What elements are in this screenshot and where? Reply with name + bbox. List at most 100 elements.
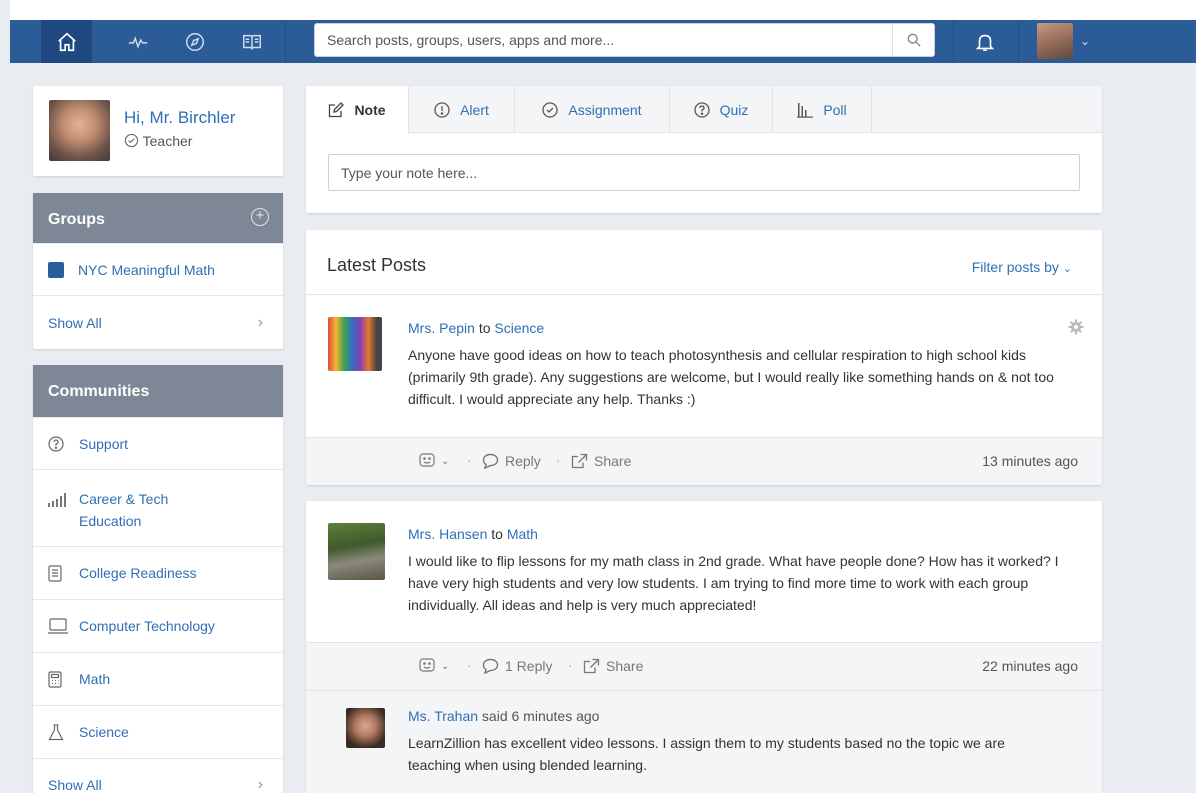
reaction-button[interactable]: ⌄	[419, 658, 449, 674]
post-actions: ⌄ · 1 Reply · Share 22 minutes ago	[306, 642, 1102, 690]
gear-icon	[1068, 319, 1084, 335]
top-navigation-inner: ⌄	[10, 20, 1196, 63]
search-button[interactable]	[892, 24, 934, 56]
tab-label: Poll	[823, 101, 847, 118]
share-button[interactable]: Share	[583, 658, 643, 674]
tab-alert[interactable]: Alert	[409, 86, 515, 133]
groups-title: Groups	[48, 211, 105, 228]
emoji-icon	[419, 453, 435, 467]
separator-dot: ·	[467, 452, 472, 468]
tab-note[interactable]: Note	[306, 86, 409, 134]
search-icon	[907, 33, 921, 47]
share-icon	[583, 658, 600, 674]
groups-show-all[interactable]: Show All ›	[33, 295, 283, 349]
show-all-label: Show All	[48, 314, 102, 331]
global-search	[314, 23, 935, 57]
question-circle-icon	[693, 101, 710, 118]
communities-title: Communities	[48, 383, 150, 400]
community-item-computer-technology[interactable]: Computer Technology	[33, 599, 283, 652]
post-composer: Note Alert Assignment Quiz Poll	[306, 86, 1102, 213]
post-group-link[interactable]: Math	[507, 526, 538, 542]
reply-button[interactable]: Reply	[482, 453, 541, 469]
library-nav-button[interactable]	[226, 20, 277, 63]
tab-label: Quiz	[719, 101, 749, 118]
activity-nav-button[interactable]	[112, 20, 163, 63]
post-group-link[interactable]: Science	[494, 320, 544, 336]
post-author-line: Mrs. Hansen to Math	[408, 526, 538, 542]
post-author-image[interactable]	[328, 317, 382, 371]
home-nav-button[interactable]	[41, 20, 92, 63]
reply-label: 1 Reply	[505, 658, 553, 674]
divider	[1018, 20, 1019, 63]
profile-card: Hi, Mr. Birchler Teacher	[33, 86, 283, 176]
bar-chart-icon	[797, 102, 814, 118]
reaction-button[interactable]: ⌄	[419, 453, 449, 469]
compass-icon	[185, 32, 204, 51]
post-author-link[interactable]: Mrs. Hansen	[408, 526, 487, 542]
filter-posts-dropdown[interactable]: Filter posts by ⌄	[972, 259, 1072, 275]
check-circle-icon	[124, 133, 139, 148]
reply-button[interactable]: 1 Reply	[482, 658, 552, 674]
tab-label: Alert	[460, 101, 489, 118]
search-input[interactable]	[315, 24, 893, 56]
community-item-career-tech[interactable]: Career & Tech Education	[33, 469, 283, 546]
groups-panel: Groups + NYC Meaningful Math Show All ›	[33, 193, 283, 349]
chevron-right-icon: ›	[257, 776, 263, 793]
filter-label: Filter posts by	[971, 259, 1059, 275]
community-item-label: Science	[79, 724, 129, 740]
community-item-support[interactable]: Support	[33, 417, 283, 469]
calculator-icon	[48, 670, 70, 688]
community-item-math[interactable]: Math	[33, 652, 283, 705]
post-timestamp: 13 minutes ago	[982, 453, 1078, 469]
community-item-science[interactable]: Science	[33, 705, 283, 758]
profile-role: Teacher	[124, 133, 192, 149]
user-avatar[interactable]	[1037, 23, 1073, 59]
divider	[285, 20, 286, 63]
tab-quiz[interactable]: Quiz	[670, 86, 773, 133]
post-settings-button[interactable]	[1068, 319, 1084, 338]
tab-label: Note	[354, 102, 386, 118]
profile-greeting[interactable]: Hi, Mr. Birchler	[124, 108, 235, 128]
monitor-icon	[48, 618, 70, 634]
comment: Ms. Trahan said 6 minutes ago LearnZilli…	[306, 690, 1102, 793]
note-input[interactable]	[328, 154, 1080, 191]
question-circle-icon	[48, 435, 70, 452]
chevron-right-icon: ›	[257, 313, 263, 331]
chevron-down-icon[interactable]: ⌄	[1080, 34, 1090, 48]
post-author-link[interactable]: Mrs. Pepin	[408, 320, 475, 336]
group-item-label: NYC Meaningful Math	[78, 261, 215, 278]
profile-avatar[interactable]	[49, 100, 110, 161]
post-actions: ⌄ · Reply · Share 13 minutes ago	[306, 437, 1102, 485]
comment-icon	[482, 453, 499, 469]
share-label: Share	[606, 658, 644, 674]
comment-body: LearnZillion has excellent video lessons…	[408, 735, 1005, 773]
community-item-label: Math	[79, 671, 111, 687]
chevron-down-icon: ⌄	[441, 660, 450, 672]
communities-show-all[interactable]: Show All ›	[33, 758, 283, 793]
share-button[interactable]: Share	[571, 453, 631, 469]
top-navigation-bar: ⌄	[10, 0, 1196, 63]
comment-author-link[interactable]: Ms. Trahan	[408, 708, 478, 724]
tab-assignment[interactable]: Assignment	[515, 86, 670, 133]
comment-author-image[interactable]	[346, 708, 385, 748]
community-item-college-readiness[interactable]: College Readiness	[33, 546, 283, 599]
post-to-word: to	[478, 320, 491, 336]
edit-icon	[328, 102, 345, 118]
separator-dot: ·	[556, 452, 561, 468]
group-color-swatch	[48, 261, 64, 278]
separator-dot: ·	[467, 657, 472, 673]
discover-nav-button[interactable]	[169, 20, 220, 63]
post-to-word: to	[491, 526, 503, 542]
latest-posts-card: Latest Posts Filter posts by ⌄ Mrs. Pepi…	[306, 230, 1102, 485]
tab-label: Assignment	[568, 101, 642, 118]
document-icon	[48, 564, 70, 582]
notifications-button[interactable]	[965, 20, 1005, 63]
chevron-down-icon: ⌄	[441, 455, 450, 467]
tab-poll[interactable]: Poll	[773, 86, 872, 133]
reply-label: Reply	[505, 453, 541, 469]
group-item[interactable]: NYC Meaningful Math	[33, 243, 283, 295]
add-group-icon[interactable]: +	[251, 208, 269, 226]
flask-icon	[48, 723, 70, 741]
bar-chart-icon	[48, 493, 70, 507]
post-author-image[interactable]	[328, 523, 385, 580]
